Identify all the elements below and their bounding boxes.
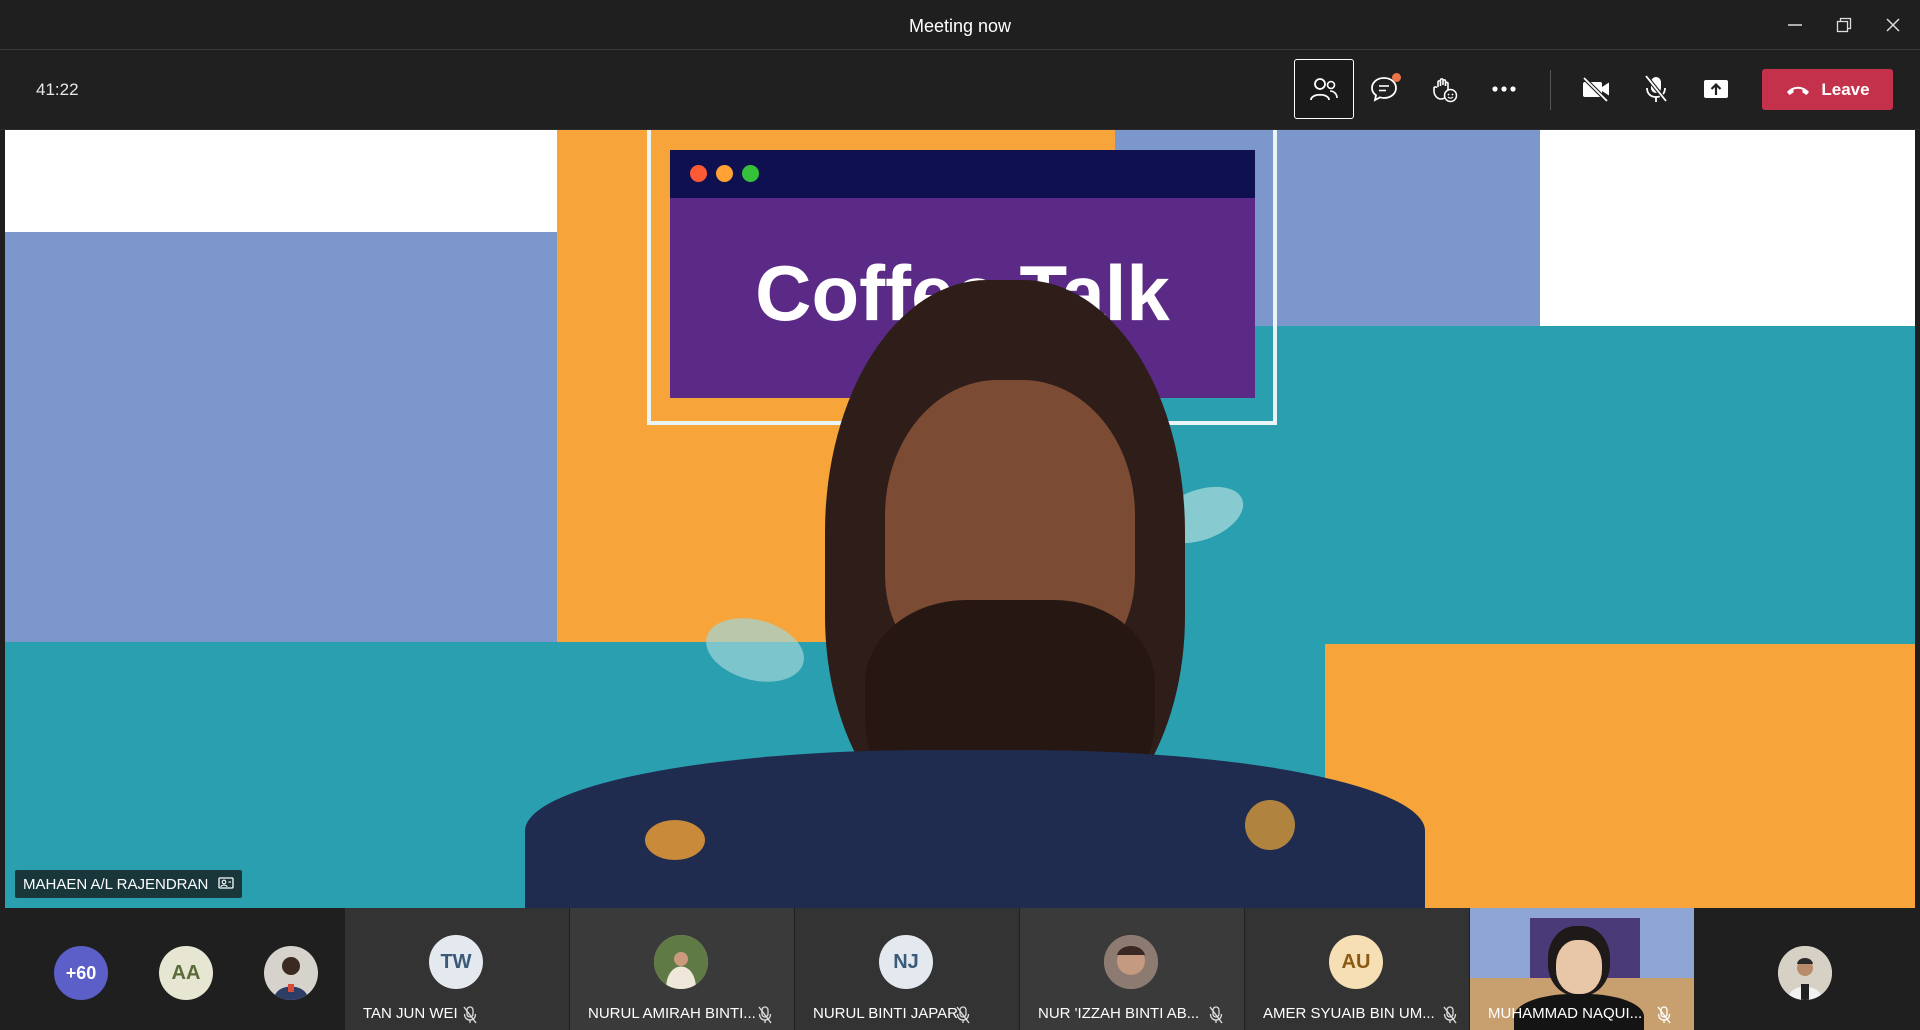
restore-button[interactable]: [1829, 10, 1859, 40]
restore-icon: [1836, 17, 1852, 33]
shirt-pattern: [645, 820, 705, 860]
reactions-icon: [1433, 78, 1458, 103]
participant-tile[interactable]: NUR 'IZZAH BINTI AB...: [1020, 908, 1244, 1030]
toolbar-divider: [1550, 70, 1551, 110]
person-photo-icon: [1104, 935, 1158, 989]
participant-tile[interactable]: TW TAN JUN WEI: [345, 908, 569, 1030]
presenter-icon: [218, 877, 234, 889]
participant-tile[interactable]: AU AMER SYUAIB BIN UM...: [1245, 908, 1469, 1030]
participant-photo-avatar: [1104, 935, 1158, 989]
window-dot-green: [742, 165, 759, 182]
close-button[interactable]: [1878, 10, 1908, 40]
active-speaker-label: MAHAEN A/L RAJENDRAN: [15, 870, 243, 898]
speaker-name: MAHAEN A/L RAJENDRAN: [23, 875, 209, 893]
share-screen-icon: [1704, 80, 1728, 98]
participant-name: NURUL AMIRAH BINTI...: [588, 1005, 756, 1022]
leave-button[interactable]: Leave: [1762, 69, 1893, 110]
participant-photo-avatar[interactable]: [264, 946, 318, 1000]
person-photo-icon: [1778, 946, 1832, 1000]
background-block: [1540, 130, 1915, 326]
more-actions-button[interactable]: [1474, 59, 1534, 119]
participant-avatar[interactable]: AA: [159, 946, 213, 1000]
shirt-pattern: [1245, 800, 1295, 850]
participant-photo-avatar: [654, 935, 708, 989]
chat-notification-dot: [1392, 73, 1401, 82]
participant-avatar: NJ: [879, 935, 933, 989]
title-bar: Meeting now: [0, 0, 1920, 50]
people-icon: [1310, 78, 1338, 101]
window-dot-orange: [716, 165, 733, 182]
overflow-participants-button[interactable]: +60: [54, 946, 108, 1000]
participant-strip: +60 AA TW TAN JUN WEI NURUL AMIRAH BINTI…: [0, 908, 1920, 1030]
person-photo-icon: [654, 935, 708, 989]
participant-avatar: TW: [429, 935, 483, 989]
participants-button[interactable]: [1294, 59, 1354, 119]
camera-toggle-button[interactable]: [1566, 59, 1626, 119]
mic-muted-icon: [1657, 1006, 1671, 1024]
chat-button[interactable]: [1354, 59, 1414, 119]
phone-hangup-icon: [1787, 86, 1810, 95]
participant-name: NUR 'IZZAH BINTI AB...: [1038, 1005, 1200, 1022]
self-photo-avatar[interactable]: [1778, 946, 1832, 1000]
minimize-button[interactable]: [1780, 10, 1810, 40]
participant-tile[interactable]: NJ NURUL BINTI JAPAR: [795, 908, 1019, 1030]
window-dot-red: [690, 165, 707, 182]
meeting-toolbar: 41:22 Leave: [0, 50, 1920, 130]
reactions-button[interactable]: [1414, 59, 1474, 119]
participant-person: [1556, 940, 1602, 994]
mic-muted-icon: [1443, 1006, 1457, 1024]
mic-muted-icon: [463, 1006, 477, 1024]
mic-muted-icon: [956, 1006, 970, 1024]
mic-muted-icon: [758, 1006, 772, 1024]
participant-name: NURUL BINTI JAPAR: [813, 1005, 959, 1022]
participant-avatar: AU: [1329, 935, 1383, 989]
background-block: [5, 232, 560, 642]
mic-toggle-button[interactable]: [1626, 59, 1686, 119]
participant-video-tile[interactable]: MUHAMMAD NAQUI...: [1470, 908, 1694, 1030]
person-photo-icon: [274, 957, 308, 1000]
participant-name: MUHAMMAD NAQUI...: [1488, 1005, 1643, 1022]
mic-off-icon: [1644, 74, 1668, 103]
main-video-feed: Coffee Talk: [5, 130, 1915, 908]
participant-tile[interactable]: NURUL AMIRAH BINTI...: [570, 908, 794, 1030]
banner-header: [670, 150, 1255, 198]
participant-name: AMER SYUAIB BIN UM...: [1263, 1005, 1435, 1022]
close-icon: [1886, 18, 1900, 32]
participant-name: TAN JUN WEI: [363, 1005, 458, 1022]
minimize-icon: [1788, 24, 1802, 26]
share-screen-button[interactable]: [1686, 59, 1746, 119]
background-block: [5, 130, 560, 232]
mic-muted-icon: [1209, 1006, 1223, 1024]
more-icon: [1492, 86, 1516, 92]
window-title: Meeting now: [908, 16, 1012, 36]
camera-off-icon: [1582, 76, 1609, 102]
meeting-timer: 41:22: [36, 80, 79, 99]
leave-label: Leave: [1821, 79, 1870, 99]
